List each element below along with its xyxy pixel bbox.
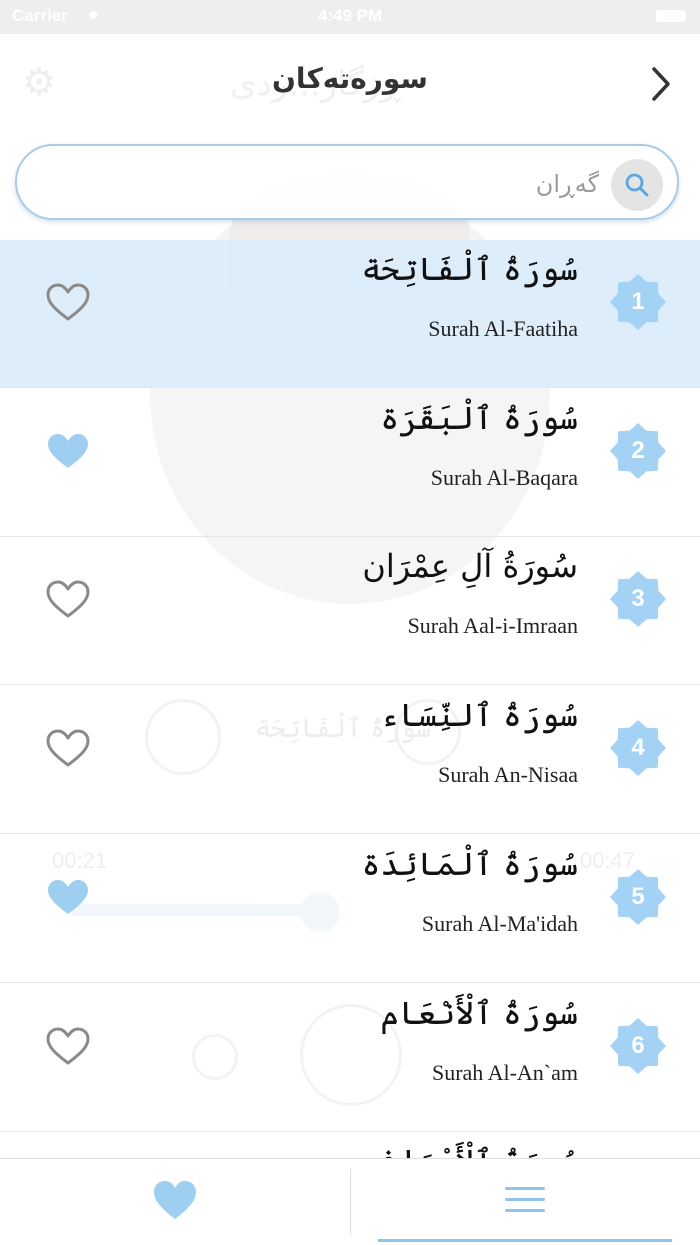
heart-filled-icon[interactable]	[45, 431, 91, 471]
surah-row[interactable]: سُورَةُ ٱلْأَعْرَاف7	[0, 1132, 700, 1158]
surah-english-name: Surah Al-An`am	[431, 1059, 578, 1085]
surah-arabic-name: سُورَةُ ٱلْأَنْعَام	[380, 993, 578, 1032]
surah-number: 6	[631, 1031, 645, 1059]
heart-filled-icon[interactable]	[45, 877, 91, 917]
surah-list: سُورَةُ ٱلْفَاتِحَة Surah Al-Faatiha 1 سُور…	[0, 240, 700, 1158]
surah-arabic-name: سُورَةُ ٱلْبَقَرَة	[380, 398, 578, 437]
surah-row[interactable]: سُورَةُ ٱلْأَنْعَام Surah Al-An`am 6	[0, 984, 700, 1132]
heart-outline-icon[interactable]	[45, 728, 91, 768]
header: سورەتەکان	[0, 34, 700, 130]
heart-outline-icon[interactable]	[45, 282, 91, 322]
surah-row[interactable]: سُورَةُ آلِ عِمْرَان Surah Aal-i-Imraan 3	[0, 537, 700, 686]
heart-icon	[154, 1181, 196, 1219]
surah-row[interactable]: سُورَةُ ٱلْفَاتِحَة Surah Al-Faatiha 1	[0, 240, 700, 388]
status-bar: Carrier ● 4:49 PM	[0, 0, 700, 34]
surah-arabic-name: سُورَةُ ٱلنِّسَاء	[380, 696, 578, 735]
surah-english-name: Surah Al-Ma'idah	[421, 910, 578, 936]
surah-row[interactable]: سُورَةُ ٱلنِّسَاء Surah An-Nisaa 4	[0, 686, 700, 835]
search-bar	[15, 144, 679, 220]
heart-outline-icon[interactable]	[45, 579, 91, 619]
heart-outline-icon[interactable]	[45, 1026, 91, 1066]
chevron-right-icon[interactable]	[648, 66, 674, 102]
status-time: 4:49 PM	[317, 6, 383, 25]
surah-arabic-name: سُورَةُ ٱلْفَاتِحَة	[361, 250, 578, 288]
surah-english-name: Surah An-Nisaa	[438, 762, 578, 788]
surah-arabic-name: سُورَةُ ٱلْمَائِدَة	[361, 844, 578, 883]
menu-icon	[505, 1187, 545, 1212]
search-button[interactable]	[611, 159, 663, 211]
surah-number: 3	[631, 585, 645, 613]
surah-number: 4	[631, 734, 645, 762]
surah-row[interactable]: سُورَةُ ٱلْمَائِدَة Surah Al-Ma'idah 5	[0, 835, 700, 983]
surah-number: 2	[631, 436, 645, 464]
surah-english-name: Surah Al-Baqara	[430, 464, 578, 490]
surah-number-badge: 5	[610, 868, 666, 925]
search-icon	[625, 173, 649, 197]
surah-arabic-name: سُورَةُ آلِ عِمْرَان	[362, 547, 578, 586]
battery-icon	[656, 10, 686, 22]
surah-number-badge: 3	[610, 571, 666, 628]
surah-number: 1	[631, 288, 645, 315]
surah-english-name: Surah Al-Faatiha	[428, 316, 578, 341]
surah-number-badge: 1	[610, 274, 666, 330]
surah-english-name: Surah Aal-i-Imraan	[407, 613, 578, 639]
active-tab-indicator	[378, 1239, 672, 1242]
surah-row[interactable]: سُورَةُ ٱلْبَقَرَة Surah Al-Baqara 2	[0, 389, 700, 537]
surah-number-badge: 6	[610, 1017, 666, 1074]
page-title: سورەتەکان	[272, 62, 428, 95]
surah-number: 5	[631, 882, 645, 910]
tab-surah-list[interactable]	[350, 1159, 700, 1245]
surah-number-badge: 2	[610, 422, 666, 479]
surah-arabic-name: سُورَةُ ٱلْأَعْرَاف	[362, 1142, 578, 1158]
surah-number-badge: 4	[610, 720, 666, 777]
tab-favorites[interactable]	[0, 1159, 350, 1245]
search-input[interactable]	[37, 160, 601, 208]
tab-bar	[0, 1158, 700, 1245]
